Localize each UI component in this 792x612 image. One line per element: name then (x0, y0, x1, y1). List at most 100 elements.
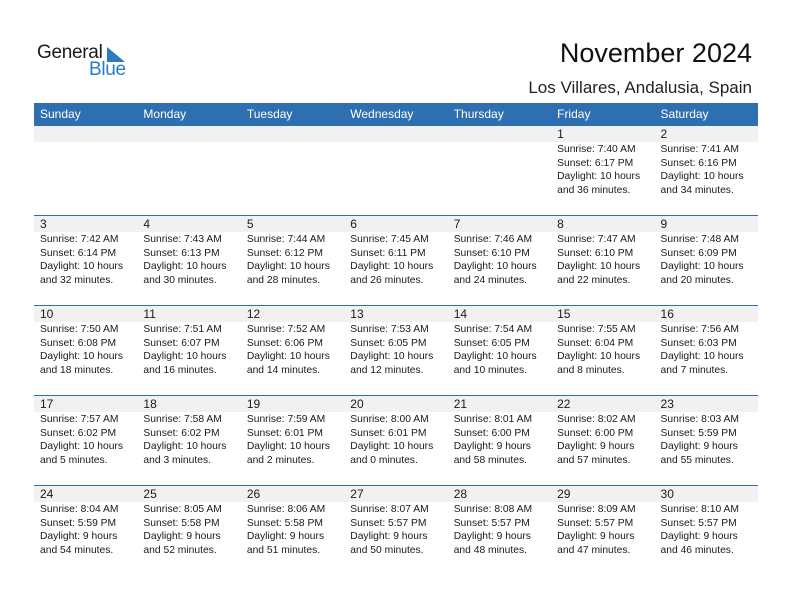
day-number: 1 (557, 127, 564, 141)
sunrise-time: Sunrise: 8:01 AM (453, 414, 533, 425)
day-details-row: Sunrise: 7:50 AM Sunset: 6:08 PM Daylight:… (34, 322, 758, 377)
sunset-time: Sunset: 6:00 PM (453, 427, 530, 439)
daylight-duration: and 50 minutes. (350, 544, 424, 556)
daylight-duration: Daylight: 10 hours (660, 351, 744, 362)
weekday-sunday: Sunday (40, 107, 81, 121)
logo: General Blue (37, 42, 137, 82)
day-number: 15 (557, 307, 571, 321)
daylight-duration: Daylight: 10 hours (660, 261, 744, 272)
daylight-duration: Daylight: 9 hours (660, 531, 738, 542)
daylight-duration: Daylight: 10 hours (557, 171, 641, 182)
day-number-row: 17 18 19 20 21 22 23 (34, 396, 758, 412)
daylight-duration: Daylight: 10 hours (350, 261, 434, 272)
day-cell: Sunrise: 8:07 AM Sunset: 5:57 PM Daylight:… (344, 502, 447, 557)
day-cell: Sunrise: 7:59 AM Sunset: 6:01 PM Daylight:… (241, 412, 344, 467)
day-cell: Sunrise: 7:42 AM Sunset: 6:14 PM Daylight:… (34, 232, 137, 287)
sunrise-time: Sunrise: 8:05 AM (143, 504, 222, 515)
sunrise-time: Sunrise: 7:58 AM (143, 414, 222, 425)
sunrise-time: Sunrise: 7:50 AM (40, 324, 119, 335)
daylight-duration: Daylight: 10 hours (40, 441, 123, 452)
sunrise-time: Sunrise: 8:10 AM (660, 504, 739, 515)
sunrise-time: Sunrise: 7:48 AM (660, 234, 739, 245)
daylight-duration: Daylight: 10 hours (660, 171, 744, 182)
day-details-row: Sunrise: 7:57 AM Sunset: 6:02 PM Daylight:… (34, 412, 758, 467)
sunset-time: Sunset: 6:01 PM (246, 427, 323, 439)
sunrise-time: Sunrise: 7:42 AM (40, 234, 119, 245)
sunset-time: Sunset: 6:12 PM (246, 247, 323, 259)
day-number: 18 (143, 397, 157, 411)
day-details-row: Sunrise: 7:42 AM Sunset: 6:14 PM Daylight:… (34, 232, 758, 287)
sunset-time: Sunset: 6:11 PM (350, 247, 426, 259)
day-number (137, 126, 240, 142)
daylight-duration: and 5 minutes. (40, 454, 108, 466)
sunrise-time: Sunrise: 8:08 AM (453, 504, 533, 515)
daylight-duration: and 34 minutes. (660, 184, 734, 196)
sunrise-time: Sunrise: 7:45 AM (350, 234, 429, 245)
daylight-duration: Daylight: 10 hours (246, 351, 330, 362)
sunset-time: Sunset: 6:05 PM (350, 337, 427, 349)
daylight-duration: Daylight: 9 hours (557, 531, 635, 542)
daylight-duration: and 57 minutes. (557, 454, 631, 466)
daylight-duration: Daylight: 10 hours (453, 351, 537, 362)
logo-text-blue: Blue (89, 59, 126, 80)
day-number-row: 10 11 12 13 14 15 16 (34, 306, 758, 322)
day-cell: Sunrise: 8:09 AM Sunset: 5:57 PM Daylight:… (551, 502, 654, 557)
daylight-duration: and 8 minutes. (557, 364, 625, 376)
sunrise-time: Sunrise: 8:06 AM (246, 504, 326, 515)
sunrise-time: Sunrise: 7:51 AM (143, 324, 222, 335)
daylight-duration: Daylight: 10 hours (557, 351, 641, 362)
day-details-row: Sunrise: 7:40 AM Sunset: 6:17 PM Daylight:… (34, 142, 758, 197)
daylight-duration: and 0 minutes. (350, 454, 418, 466)
daylight-duration: Daylight: 10 hours (143, 351, 227, 362)
sunset-time: Sunset: 5:58 PM (246, 517, 323, 529)
day-cell: Sunrise: 7:51 AM Sunset: 6:07 PM Daylight:… (137, 322, 240, 377)
day-number: 9 (660, 217, 668, 231)
week-row: 17 18 19 20 21 22 23 Sunrise: 7:57 AM Sunset: 6:… (34, 395, 758, 485)
day-number: 28 (453, 487, 468, 501)
day-number: 12 (246, 307, 261, 321)
sunset-time: Sunset: 6:10 PM (453, 247, 530, 259)
day-cell (448, 142, 551, 197)
daylight-duration: and 55 minutes. (660, 454, 734, 466)
day-number: 16 (660, 307, 674, 321)
week-row: 10 11 12 13 14 15 16 Sunrise: 7:50 AM Sunset: 6:… (34, 305, 758, 395)
day-cell: Sunrise: 8:06 AM Sunset: 5:58 PM Daylight:… (241, 502, 344, 557)
sunset-time: Sunset: 6:05 PM (453, 337, 530, 349)
daylight-duration: Daylight: 10 hours (557, 261, 641, 272)
day-cell: Sunrise: 8:04 AM Sunset: 5:59 PM Daylight:… (34, 502, 137, 557)
sunrise-time: Sunrise: 7:55 AM (557, 324, 636, 335)
weeks-container: 1 2 Sunrise: 7:40 AM Sunset: 6:17 PM Dayligh… (34, 126, 758, 575)
sunrise-time: Sunrise: 7:59 AM (246, 414, 326, 425)
sunset-time: Sunset: 6:02 PM (40, 427, 117, 439)
sunrise-time: Sunrise: 7:40 AM (557, 144, 636, 155)
day-cell (344, 142, 447, 197)
daylight-duration: Daylight: 10 hours (246, 441, 330, 452)
daylight-duration: and 14 minutes. (246, 364, 321, 376)
daylight-duration: and 36 minutes. (557, 184, 631, 196)
day-number: 20 (350, 397, 364, 411)
daylight-duration: and 24 minutes. (453, 274, 527, 286)
sunrise-time: Sunrise: 8:04 AM (40, 504, 119, 515)
day-number (344, 126, 447, 142)
sunset-time: Sunset: 6:08 PM (40, 337, 117, 349)
daylight-duration: and 2 minutes. (246, 454, 315, 466)
sunrise-time: Sunrise: 8:09 AM (557, 504, 636, 515)
calendar: Sunday Monday Tuesday Wednesday Thursday… (34, 103, 758, 575)
sunset-time: Sunset: 5:57 PM (453, 517, 530, 529)
day-cell: Sunrise: 8:01 AM Sunset: 6:00 PM Daylight:… (448, 412, 551, 467)
daylight-duration: and 22 minutes. (557, 274, 631, 286)
daylight-duration: and 46 minutes. (660, 544, 734, 556)
day-cell: Sunrise: 8:08 AM Sunset: 5:57 PM Daylight:… (448, 502, 551, 557)
daylight-duration: Daylight: 9 hours (40, 531, 118, 542)
sunrise-time: Sunrise: 7:43 AM (143, 234, 222, 245)
sunset-time: Sunset: 6:02 PM (143, 427, 220, 439)
day-cell: Sunrise: 7:48 AM Sunset: 6:09 PM Daylight:… (655, 232, 758, 287)
day-number: 2 (660, 127, 668, 141)
sunrise-time: Sunrise: 7:56 AM (660, 324, 739, 335)
daylight-duration: Daylight: 9 hours (246, 531, 325, 542)
day-number: 8 (557, 217, 564, 231)
sunset-time: Sunset: 6:13 PM (143, 247, 220, 259)
day-cell: Sunrise: 8:00 AM Sunset: 6:01 PM Daylight:… (344, 412, 447, 467)
day-number: 27 (350, 487, 364, 501)
sunset-time: Sunset: 6:03 PM (660, 337, 737, 349)
